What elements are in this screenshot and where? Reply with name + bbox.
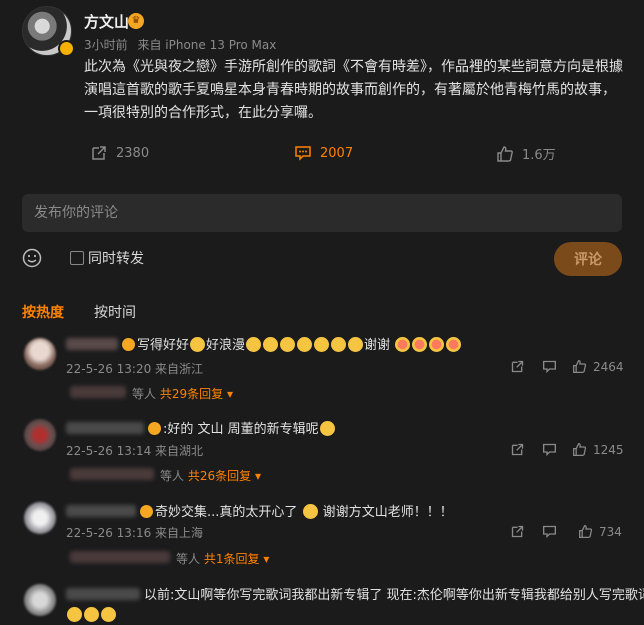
emoji-button[interactable] xyxy=(22,248,42,272)
crown-icon xyxy=(140,505,153,518)
emoji-icon xyxy=(280,337,296,352)
comment-icon xyxy=(543,360,556,374)
repost-checkbox-label: 同时转发 xyxy=(88,251,144,267)
repost-count: 2380 xyxy=(116,145,150,161)
emoji-icon xyxy=(190,337,206,352)
comment-icon xyxy=(543,443,556,457)
comment-text: :好的 文山 周董的新专辑呢 xyxy=(148,418,336,437)
comment-reply-button[interactable] xyxy=(542,359,557,374)
comment-text: 写得好好 好浪漫 谢谢 xyxy=(122,334,462,353)
comment-count: 2007 xyxy=(320,145,354,161)
comment-like-count: 2464 xyxy=(593,359,624,374)
emoji-icon xyxy=(331,337,347,352)
comment-emojis xyxy=(66,604,117,623)
verified-badge-icon xyxy=(58,40,75,57)
commenter-avatar[interactable] xyxy=(24,338,56,370)
thumbs-up-icon xyxy=(573,443,587,456)
comment-share-button[interactable] xyxy=(510,359,525,374)
comment-icon xyxy=(295,146,311,161)
repost-checkbox[interactable] xyxy=(70,251,84,265)
comment-input[interactable] xyxy=(22,194,622,232)
comment-share-button[interactable] xyxy=(510,524,525,539)
repost-icon xyxy=(92,146,106,160)
emoji-icon xyxy=(84,607,99,622)
emoji-icon xyxy=(395,337,411,352)
smiley-icon xyxy=(22,248,42,268)
thumbs-up-icon xyxy=(573,360,587,373)
share-icon xyxy=(511,525,524,538)
emoji-icon xyxy=(67,607,82,622)
reply-users[interactable] xyxy=(70,468,154,480)
comment-like-count: 1245 xyxy=(593,442,624,457)
comment-reply-button[interactable] xyxy=(542,442,557,457)
share-icon xyxy=(511,360,524,373)
emoji-icon xyxy=(412,337,428,352)
emoji-icon xyxy=(302,504,318,519)
emoji-icon xyxy=(446,337,462,352)
comment-text: 奇妙交集...真的太开心了 谢谢方文山老师！！！ xyxy=(140,501,453,520)
crown-icon xyxy=(122,338,135,351)
comment-text: 以前:文山啊等你写完歌词我都出新专辑了 现在:杰伦啊等你出新专辑我都给别人写完歌… xyxy=(144,588,644,603)
commenter-name[interactable] xyxy=(66,338,118,350)
commenter-name[interactable] xyxy=(66,422,144,434)
submit-comment-button[interactable]: 评论 xyxy=(554,242,622,276)
chevron-down-icon: ▾ xyxy=(226,387,233,401)
commenter-avatar[interactable] xyxy=(24,419,56,451)
commenter-avatar[interactable] xyxy=(24,502,56,534)
emoji-icon xyxy=(314,337,330,352)
chevron-down-icon: ▾ xyxy=(254,469,261,483)
tab-sort-time[interactable]: 按时间 xyxy=(94,302,136,322)
post-time: 3小时前 xyxy=(84,38,128,52)
crown-icon xyxy=(148,422,161,435)
like-count: 1.6万 xyxy=(522,148,556,163)
comment-like-count: 734 xyxy=(599,524,622,539)
emoji-icon xyxy=(319,421,335,436)
comment-meta: 22-5-26 13:14 来自湖北 xyxy=(66,444,204,458)
comment-meta: 22-5-26 13:20 来自浙江 xyxy=(66,362,204,376)
chevron-down-icon: ▾ xyxy=(263,552,270,566)
reply-summary[interactable]: 等人 共26条回复 ▾ xyxy=(160,467,261,484)
thumbs-up-icon xyxy=(579,525,593,538)
commenter-avatar[interactable] xyxy=(24,584,56,616)
commenter-name[interactable] xyxy=(66,505,136,517)
comment-icon xyxy=(543,525,556,539)
comment-like-button[interactable]: 2464 xyxy=(572,359,624,374)
emoji-icon xyxy=(297,337,313,352)
comment-meta: 22-5-26 13:16 来自上海 xyxy=(66,526,204,540)
comment-button[interactable]: 2007 xyxy=(294,144,353,162)
reply-users[interactable] xyxy=(70,551,170,563)
post-text: 此次為《光與夜之戀》手游所創作的歌詞《不會有時差》，作品裡的某些詞意方向是根據演… xyxy=(84,59,623,121)
emoji-icon xyxy=(101,607,116,622)
emoji-icon xyxy=(348,337,364,352)
commenter-name[interactable] xyxy=(66,588,140,600)
tab-sort-hot[interactable]: 按热度 xyxy=(22,302,64,322)
reply-users[interactable] xyxy=(70,386,126,398)
comment-like-button[interactable]: 1245 xyxy=(572,442,624,457)
crown-icon: ♛ xyxy=(128,13,144,29)
comment-share-button[interactable] xyxy=(510,442,525,457)
emoji-icon xyxy=(429,337,445,352)
thumbs-up-icon xyxy=(497,145,513,162)
post-meta: 3小时前 来自 iPhone 13 Pro Max xyxy=(84,36,276,53)
repost-button[interactable]: 2380 xyxy=(90,144,149,162)
share-icon xyxy=(511,443,524,456)
reply-summary[interactable]: 等人 共29条回复 ▾ xyxy=(132,385,233,402)
like-button[interactable]: 1.6万 xyxy=(496,144,556,163)
emoji-icon xyxy=(263,337,279,352)
comment-reply-button[interactable] xyxy=(542,524,557,539)
post-source: 来自 iPhone 13 Pro Max xyxy=(137,38,277,52)
reply-summary[interactable]: 等人 共1条回复 ▾ xyxy=(176,550,269,567)
emoji-icon xyxy=(246,337,262,352)
comment-like-button[interactable]: 734 xyxy=(578,524,622,539)
author-name[interactable]: 方文山 xyxy=(84,11,129,32)
